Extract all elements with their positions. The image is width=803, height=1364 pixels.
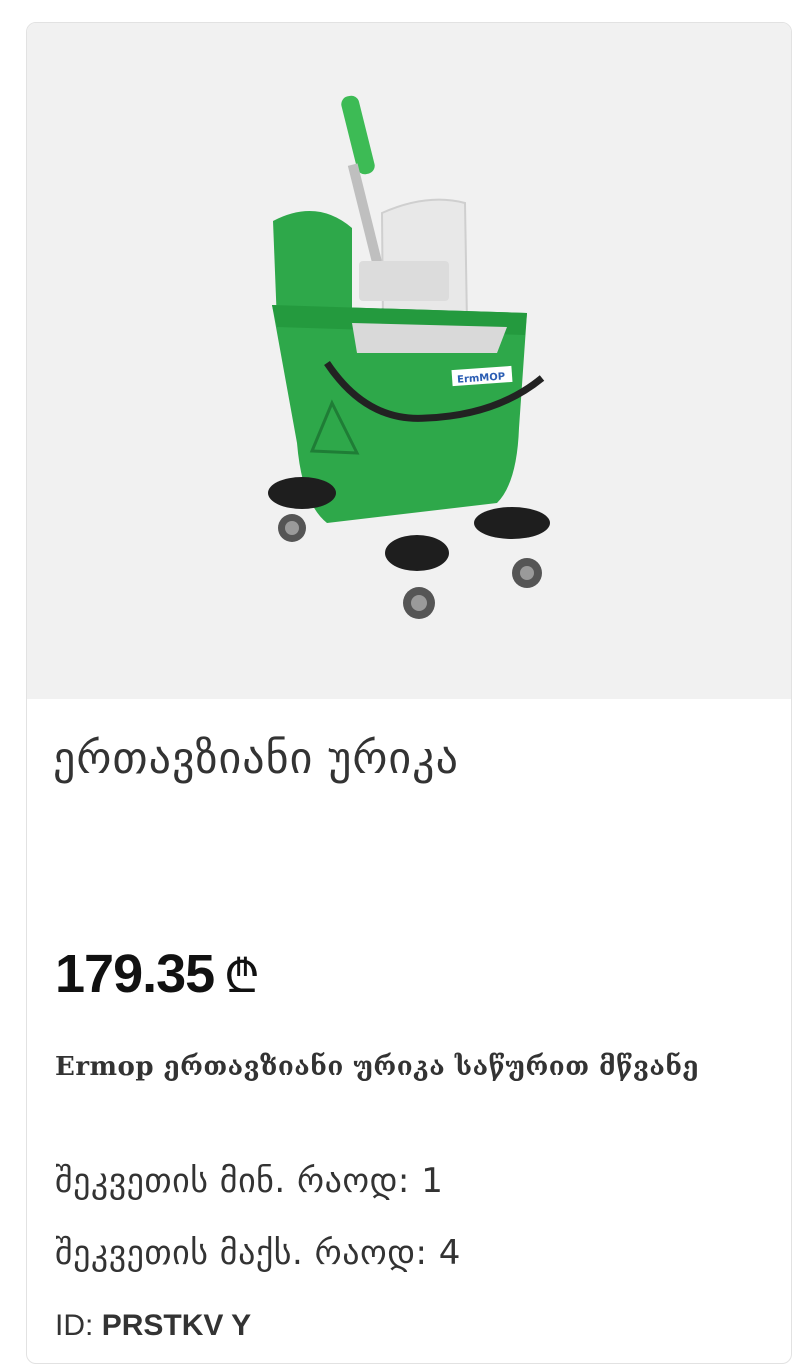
max-order-label: შეკვეთის მაქს. რაოდ: bbox=[55, 1233, 428, 1273]
product-price: 179.35 ₾ bbox=[55, 943, 260, 1006]
min-order-quantity: შეკვეთის მინ. რაოდ: 1 bbox=[55, 1161, 443, 1201]
product-id-label: ID: bbox=[55, 1309, 94, 1342]
min-order-label: შეკვეთის მინ. რაოდ: bbox=[55, 1161, 410, 1201]
product-image[interactable]: ErmMOP bbox=[27, 23, 791, 699]
price-value: 179.35 bbox=[55, 944, 215, 1004]
currency-symbol: ₾ bbox=[224, 949, 260, 1003]
mop-bucket-illustration: ErmMOP bbox=[268, 95, 550, 619]
min-order-value: 1 bbox=[421, 1161, 444, 1201]
max-order-quantity: შეკვეთის მაქს. რაოდ: 4 bbox=[55, 1233, 461, 1273]
max-order-value: 4 bbox=[438, 1233, 461, 1273]
product-id-value: PRSTKV Y bbox=[101, 1309, 252, 1342]
product-title[interactable]: ერთავზიანი ურიკა bbox=[53, 733, 459, 784]
product-description: Ermop ერთავზიანი ურიკა საწურით მწვანე bbox=[55, 1052, 699, 1082]
product-card[interactable]: ErmMOP ერთავზიანი ურიკა 179.35 ₾ Ermop ე… bbox=[26, 22, 792, 1364]
product-id: ID: PRSTKV Y bbox=[55, 1309, 251, 1343]
